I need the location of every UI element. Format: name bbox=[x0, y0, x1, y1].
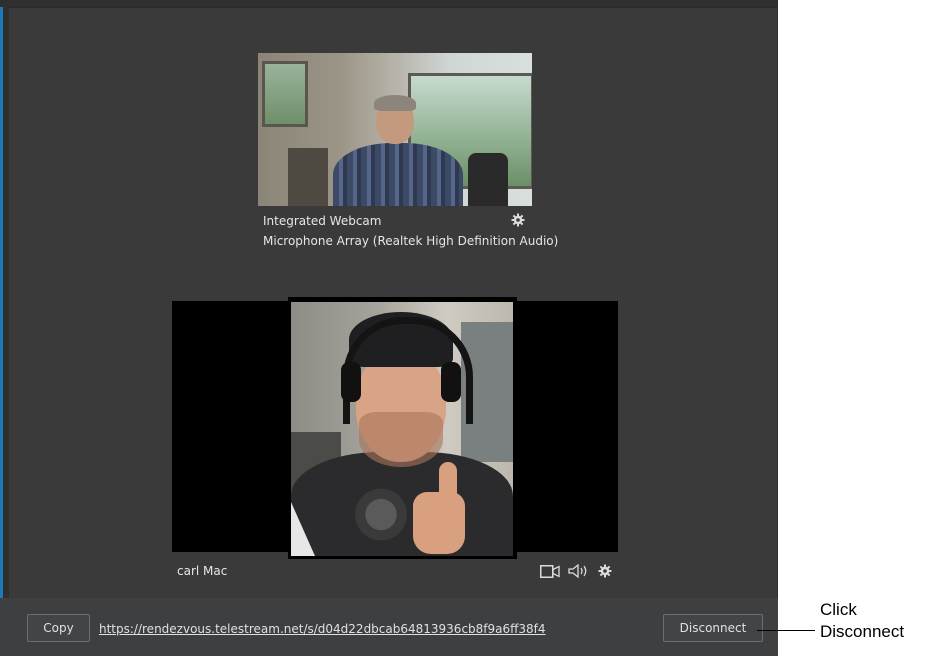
callout-leader-line bbox=[757, 630, 815, 631]
callout-text: Click Disconnect bbox=[820, 599, 904, 643]
shirt-print bbox=[346, 477, 416, 552]
remote-settings-gear-icon[interactable] bbox=[598, 564, 612, 578]
remote-video bbox=[291, 302, 513, 556]
callout-line-1: Click bbox=[820, 600, 857, 619]
hand bbox=[413, 492, 465, 554]
gear-icon bbox=[598, 564, 612, 578]
remote-participant-name: carl Mac bbox=[177, 564, 228, 578]
person-hair bbox=[374, 95, 416, 111]
local-settings-gear-icon[interactable] bbox=[511, 213, 525, 227]
window-left-edge bbox=[0, 7, 9, 598]
session-link[interactable]: https://rendezvous.telestream.net/s/d04d… bbox=[99, 622, 546, 636]
local-webcam-preview bbox=[258, 53, 532, 206]
copy-button[interactable]: Copy bbox=[27, 614, 90, 642]
callout-line-2: Disconnect bbox=[820, 622, 905, 641]
person-body bbox=[333, 143, 463, 206]
office-window-left bbox=[262, 61, 308, 127]
disconnect-button[interactable]: Disconnect bbox=[663, 614, 763, 642]
corner-object bbox=[291, 502, 315, 556]
headset-ear-right bbox=[441, 362, 461, 402]
bookshelf bbox=[288, 148, 328, 206]
speaker-icon[interactable] bbox=[568, 564, 590, 578]
local-microphone-name: Microphone Array (Realtek High Definitio… bbox=[263, 234, 559, 248]
gear-icon bbox=[511, 213, 525, 227]
office-chair bbox=[468, 153, 508, 206]
headset-ear-left bbox=[341, 362, 361, 402]
video-camera-icon[interactable] bbox=[540, 565, 560, 578]
local-camera-name: Integrated Webcam bbox=[263, 214, 382, 228]
